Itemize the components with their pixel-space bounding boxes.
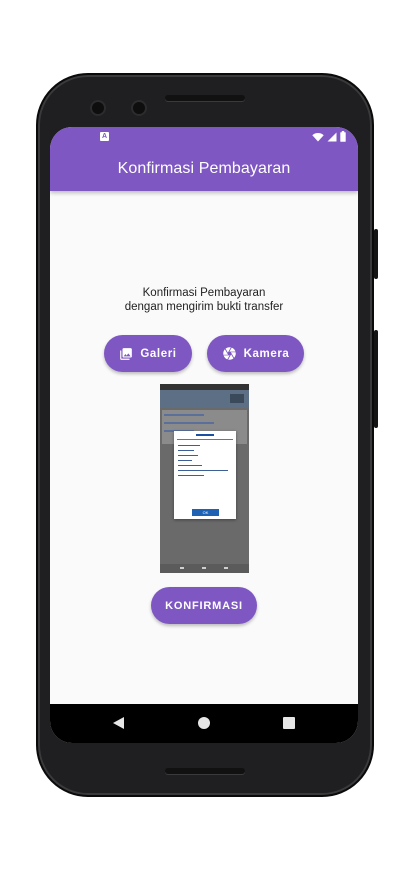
- receipt-text-line: [178, 460, 192, 462]
- status-bar: A: [50, 127, 358, 147]
- camera-aperture-icon: [222, 347, 236, 360]
- page-title: Konfirmasi Pembayaran: [117, 160, 291, 177]
- app-screen: A Konfirmasi Pembayaran Konfirmasi Pemba…: [50, 127, 358, 743]
- a-notification-icon: A: [100, 132, 109, 141]
- receipt-text-line: [178, 475, 204, 477]
- receipt-dialog-divider: [177, 439, 233, 440]
- bottom-speaker: [165, 768, 245, 774]
- app-bar: A Konfirmasi Pembayaran: [50, 127, 358, 191]
- receipt-text-line: [178, 470, 228, 472]
- system-nav-bar: [50, 704, 358, 743]
- recents-icon[interactable]: [283, 717, 295, 729]
- volume-button: [374, 229, 378, 279]
- instruction-line-1: Konfirmasi Pembayaran: [142, 287, 266, 299]
- status-icons: [312, 131, 346, 142]
- receipt-nav-icon: [180, 567, 184, 569]
- konfirmasi-button[interactable]: KONFIRMASI: [151, 587, 257, 624]
- galeri-button-label: Galeri: [140, 347, 177, 360]
- back-icon[interactable]: [113, 717, 124, 729]
- konfirmasi-button-label: KONFIRMASI: [165, 599, 243, 612]
- front-sensor: [133, 102, 145, 114]
- image-icon: [120, 347, 133, 360]
- receipt-list-line: [164, 422, 214, 424]
- galeri-button[interactable]: Galeri: [104, 335, 192, 372]
- receipt-dialog-title: [174, 433, 236, 438]
- receipt-nav-icon: [202, 567, 206, 569]
- front-camera: [92, 102, 104, 114]
- instruction-line-2: dengan mengirim bukti transfer: [124, 301, 284, 313]
- receipt-header: [160, 390, 249, 408]
- receipt-text-line: [178, 450, 194, 452]
- home-icon[interactable]: [198, 717, 210, 729]
- receipt-text-line: [178, 445, 200, 447]
- receipt-text-line: [178, 455, 198, 457]
- receipt-nav-bar: [160, 564, 249, 573]
- receipt-text-line: [178, 465, 202, 467]
- receipt-nav-icon: [224, 567, 228, 569]
- kamera-button-label: Kamera: [243, 347, 290, 360]
- receipt-image[interactable]: OK: [160, 384, 249, 573]
- receipt-dialog: OK: [174, 431, 236, 519]
- kamera-button[interactable]: Kamera: [207, 335, 304, 372]
- cell-signal-icon: [327, 132, 337, 141]
- receipt-ok-button: OK: [192, 509, 219, 516]
- instruction-text: Konfirmasi Pembayaran dengan mengirim bu…: [50, 286, 358, 314]
- power-button: [374, 330, 378, 428]
- receipt-list-line: [164, 414, 204, 416]
- receipt-header-button: [230, 394, 244, 403]
- wifi-icon: [312, 132, 324, 141]
- battery-icon: [340, 131, 346, 142]
- earpiece-speaker: [165, 95, 245, 101]
